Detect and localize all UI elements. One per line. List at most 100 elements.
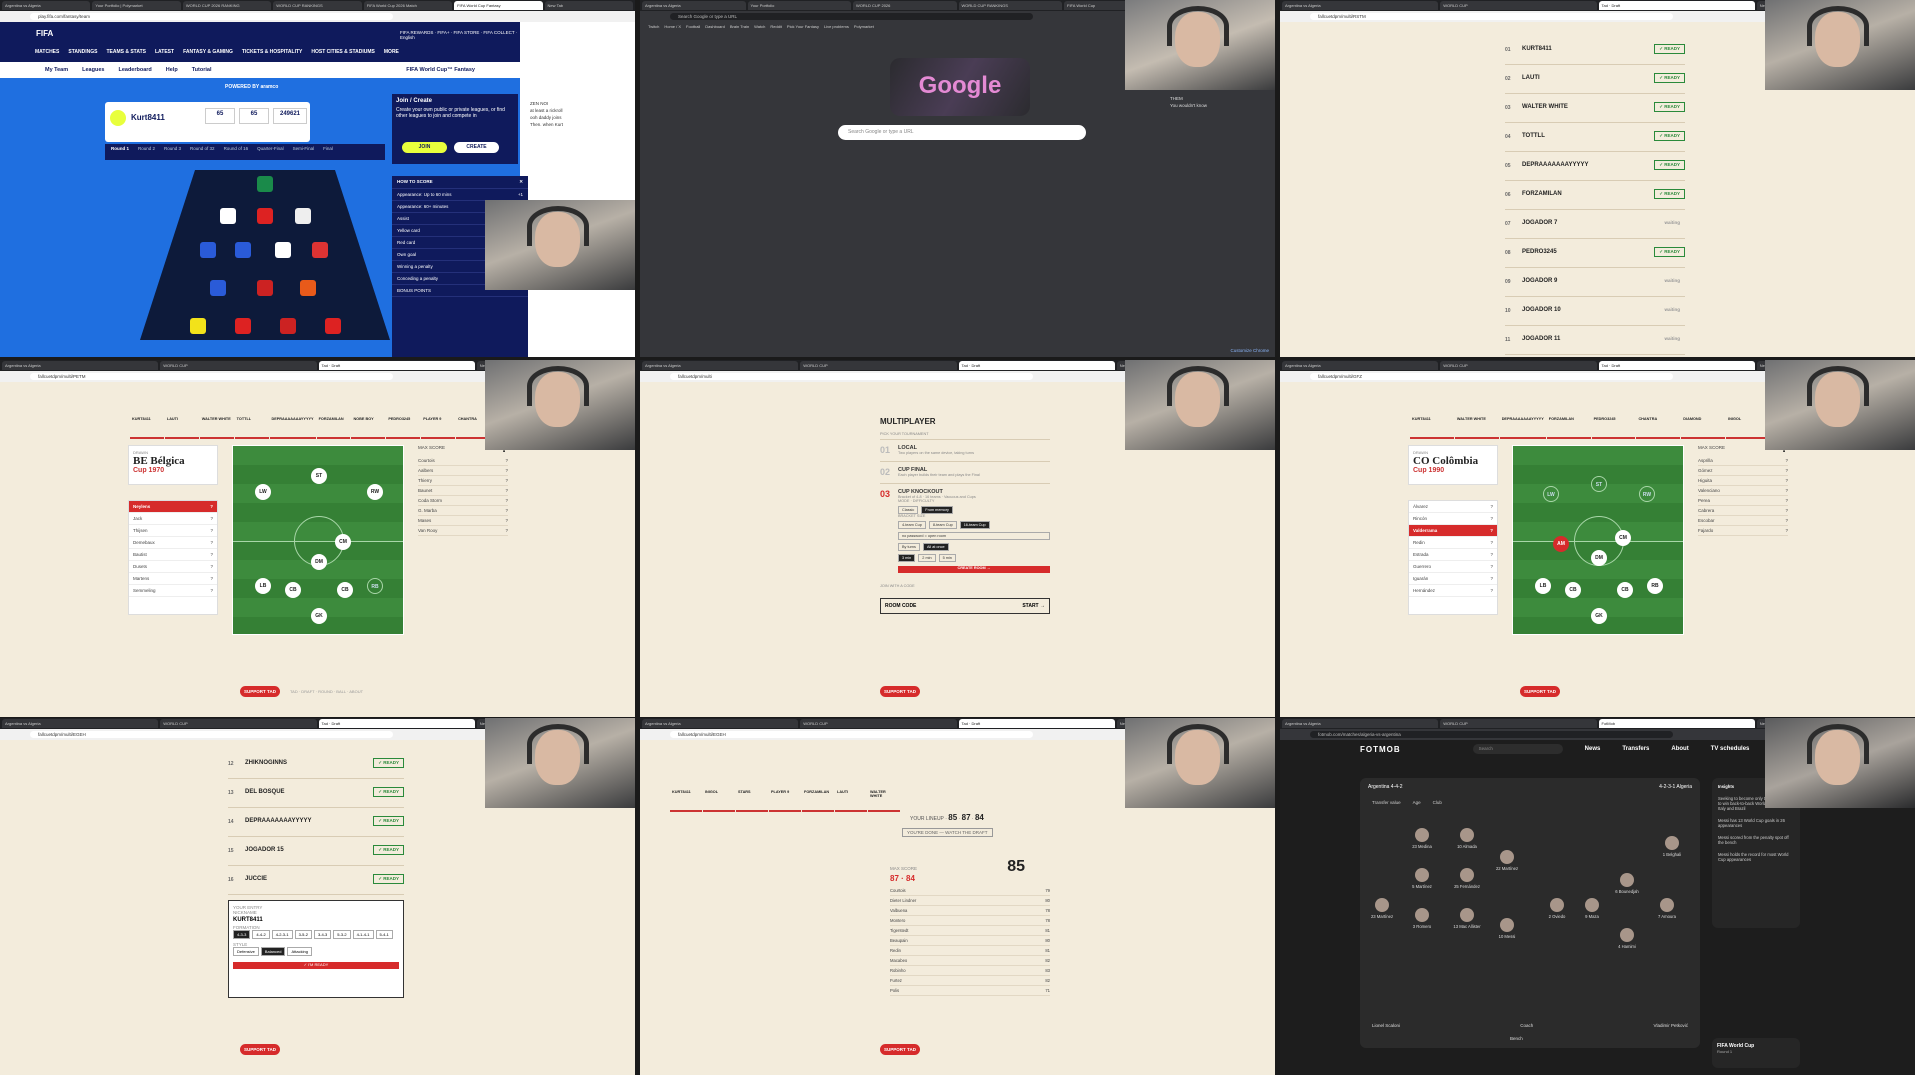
- mode-option-local[interactable]: 01 LOCAL Two players on the same device, t…: [880, 439, 1050, 461]
- support-button[interactable]: SUPPORT TAD: [1520, 686, 1560, 697]
- nav-transfers[interactable]: Transfers: [1622, 746, 1649, 752]
- round-tab[interactable]: Quarter-Final: [257, 146, 284, 158]
- lineup-player[interactable]: 1 Belghali: [1650, 836, 1694, 857]
- url-text[interactable]: fallcuetdpm/multi/EGEH: [30, 731, 393, 738]
- bookmark[interactable]: Football: [686, 24, 700, 30]
- browser-tab[interactable]: Argentina vs Algeria: [2, 1, 91, 10]
- position-slot[interactable]: DM: [1591, 550, 1607, 566]
- pick-row[interactable]: Demebaux?: [129, 537, 217, 549]
- draft-chip[interactable]: By turns: [898, 543, 920, 551]
- browser-tab[interactable]: WORLD CUP 2026: [853, 1, 957, 10]
- position-slot[interactable]: LW: [1543, 486, 1559, 502]
- round-tab[interactable]: Round 3: [164, 146, 181, 158]
- support-button[interactable]: SUPPORT TAD: [880, 686, 920, 697]
- pick-row[interactable]: Neylens?: [129, 501, 217, 513]
- browser-tab[interactable]: FIFA World Cup Fantasy: [454, 1, 543, 10]
- formation-chip[interactable]: 4-1-4-1: [352, 930, 374, 939]
- player-tab[interactable]: WALTER WHITE: [199, 415, 234, 439]
- position-slot[interactable]: CB: [337, 582, 353, 598]
- lineup-player[interactable]: 6 Bounedjah: [1605, 873, 1649, 894]
- player-tab[interactable]: INIGOL: [703, 788, 735, 812]
- nickname-field[interactable]: KURT8411: [233, 917, 399, 923]
- pick-row[interactable]: Valderrama?: [1409, 525, 1497, 537]
- start-button[interactable]: START →: [1022, 603, 1045, 609]
- player-tab[interactable]: TOTTLL: [234, 415, 269, 439]
- pick-row[interactable]: Rincón?: [1409, 513, 1497, 525]
- pick-row[interactable]: Dusets?: [129, 561, 217, 573]
- tab-tutorial[interactable]: Tutorial: [192, 67, 212, 73]
- timer-chip[interactable]: 5 min: [938, 554, 956, 562]
- player-shirt[interactable]: [257, 176, 273, 192]
- pick-row[interactable]: Martens?: [129, 573, 217, 585]
- player-tab[interactable]: LAUTI: [835, 788, 867, 812]
- style-chip[interactable]: Attacking: [287, 947, 312, 956]
- lineup-player[interactable]: 10 Messi: [1485, 918, 1529, 939]
- player-tab[interactable]: WALTER WHITE: [1454, 415, 1499, 439]
- lineup-player[interactable]: 4 Hamimi: [1605, 928, 1649, 949]
- formation-chip[interactable]: 4-2-3-1: [271, 930, 293, 939]
- url-text[interactable]: fallcuetdpm/multi/GFZ: [1310, 373, 1673, 380]
- round-tab[interactable]: Round 1: [111, 146, 129, 158]
- player-tab[interactable]: PLAYER 9: [769, 788, 801, 812]
- competition-card[interactable]: FIFA World Cup Round 1: [1712, 1038, 1800, 1068]
- player-shirt[interactable]: [210, 280, 226, 296]
- browser-tab[interactable]: WORLD CUP RANKINGS: [273, 1, 362, 10]
- url-text[interactable]: play.fifa.com/fantasy/team: [30, 13, 393, 20]
- lineup-player[interactable]: 5 Martínez: [1400, 868, 1444, 889]
- position-slot[interactable]: ST: [1591, 476, 1607, 492]
- menu-item[interactable]: STANDINGS: [68, 49, 97, 55]
- menu-item[interactable]: FANTASY & GAMING: [183, 49, 233, 55]
- browser-tab[interactable]: Your Portfolio: [747, 1, 851, 10]
- tab-transfer-value[interactable]: Transfer value: [1372, 800, 1401, 805]
- position-slot[interactable]: GK: [311, 608, 327, 624]
- player-tab[interactable]: FORZAMILAN: [802, 788, 834, 812]
- player-shirt[interactable]: [220, 208, 236, 224]
- support-button[interactable]: SUPPORT TAD: [880, 1044, 920, 1055]
- player-shirt[interactable]: [295, 208, 311, 224]
- menu-item[interactable]: TICKETS & HOSPITALITY: [242, 49, 302, 55]
- coach-left[interactable]: Lionel Scaloni: [1372, 1023, 1400, 1028]
- url-text[interactable]: fallcuetdpm/multi/RSTM: [1310, 13, 1673, 20]
- position-slot[interactable]: CB: [285, 582, 301, 598]
- bookmark[interactable]: Polymarket: [854, 24, 874, 30]
- pick-row[interactable]: Jack?: [129, 513, 217, 525]
- bookmark[interactable]: Twitch: [648, 24, 659, 30]
- tab-age[interactable]: Age: [1413, 800, 1421, 805]
- lineup-player[interactable]: 22 Martínez: [1485, 850, 1529, 871]
- url-text[interactable]: fallcuetdpm/multi: [670, 373, 1033, 380]
- player-tab[interactable]: PEDRO3245: [1591, 415, 1636, 439]
- player-shirt[interactable]: [257, 280, 273, 296]
- mode-chip[interactable]: Classic: [898, 506, 919, 514]
- player-shirt[interactable]: [190, 318, 206, 334]
- pick-row[interactable]: Guerrero?: [1409, 561, 1497, 573]
- round-tab[interactable]: Round 2: [138, 146, 155, 158]
- player-tab[interactable]: FORZAMILAN: [1546, 415, 1591, 439]
- menu-item[interactable]: MORE: [384, 49, 399, 55]
- url-text[interactable]: fallcuetdpm/multi/EGEH: [670, 731, 1033, 738]
- position-slot[interactable]: CB: [1617, 582, 1633, 598]
- ready-button[interactable]: ✓ I'M READY: [233, 962, 399, 969]
- menu-item[interactable]: MATCHES: [35, 49, 59, 55]
- position-slot[interactable]: CM: [335, 534, 351, 550]
- nav-news[interactable]: News: [1585, 746, 1601, 752]
- tab-help[interactable]: Help: [166, 67, 178, 73]
- player-tab[interactable]: FORZAMILAN: [316, 415, 351, 439]
- url-text[interactable]: fallcuetdpm/multi/PETM: [30, 373, 393, 380]
- lineup-player[interactable]: 9 Maza: [1570, 898, 1614, 919]
- create-button[interactable]: CREATE: [454, 142, 499, 153]
- style-chip[interactable]: Defensive: [233, 947, 259, 956]
- position-slot[interactable]: RW: [1639, 486, 1655, 502]
- browser-tab[interactable]: WORLD CUP 2026 RANKING: [182, 1, 272, 10]
- player-shirt[interactable]: [200, 242, 216, 258]
- tab-leaderboard[interactable]: Leaderboard: [118, 67, 151, 73]
- lineup-player[interactable]: 25 Fernández: [1445, 868, 1489, 889]
- browser-tab[interactable]: New Tab: [544, 1, 633, 10]
- player-shirt[interactable]: [235, 242, 251, 258]
- browser-tabs[interactable]: Argentina vs Algeria Your Portfolio | Po…: [0, 0, 635, 11]
- browser-tab[interactable]: WORLD CUP RANKINGS: [958, 1, 1062, 10]
- url-text[interactable]: fotmob.com/matches/algeria-vs-argentina: [1310, 731, 1673, 738]
- google-doodle-logo[interactable]: Google: [890, 58, 1030, 116]
- menu-item[interactable]: TEAMS & STATS: [106, 49, 146, 55]
- tab-my-team[interactable]: My Team: [45, 67, 68, 73]
- draft-chip[interactable]: All at once: [922, 543, 949, 551]
